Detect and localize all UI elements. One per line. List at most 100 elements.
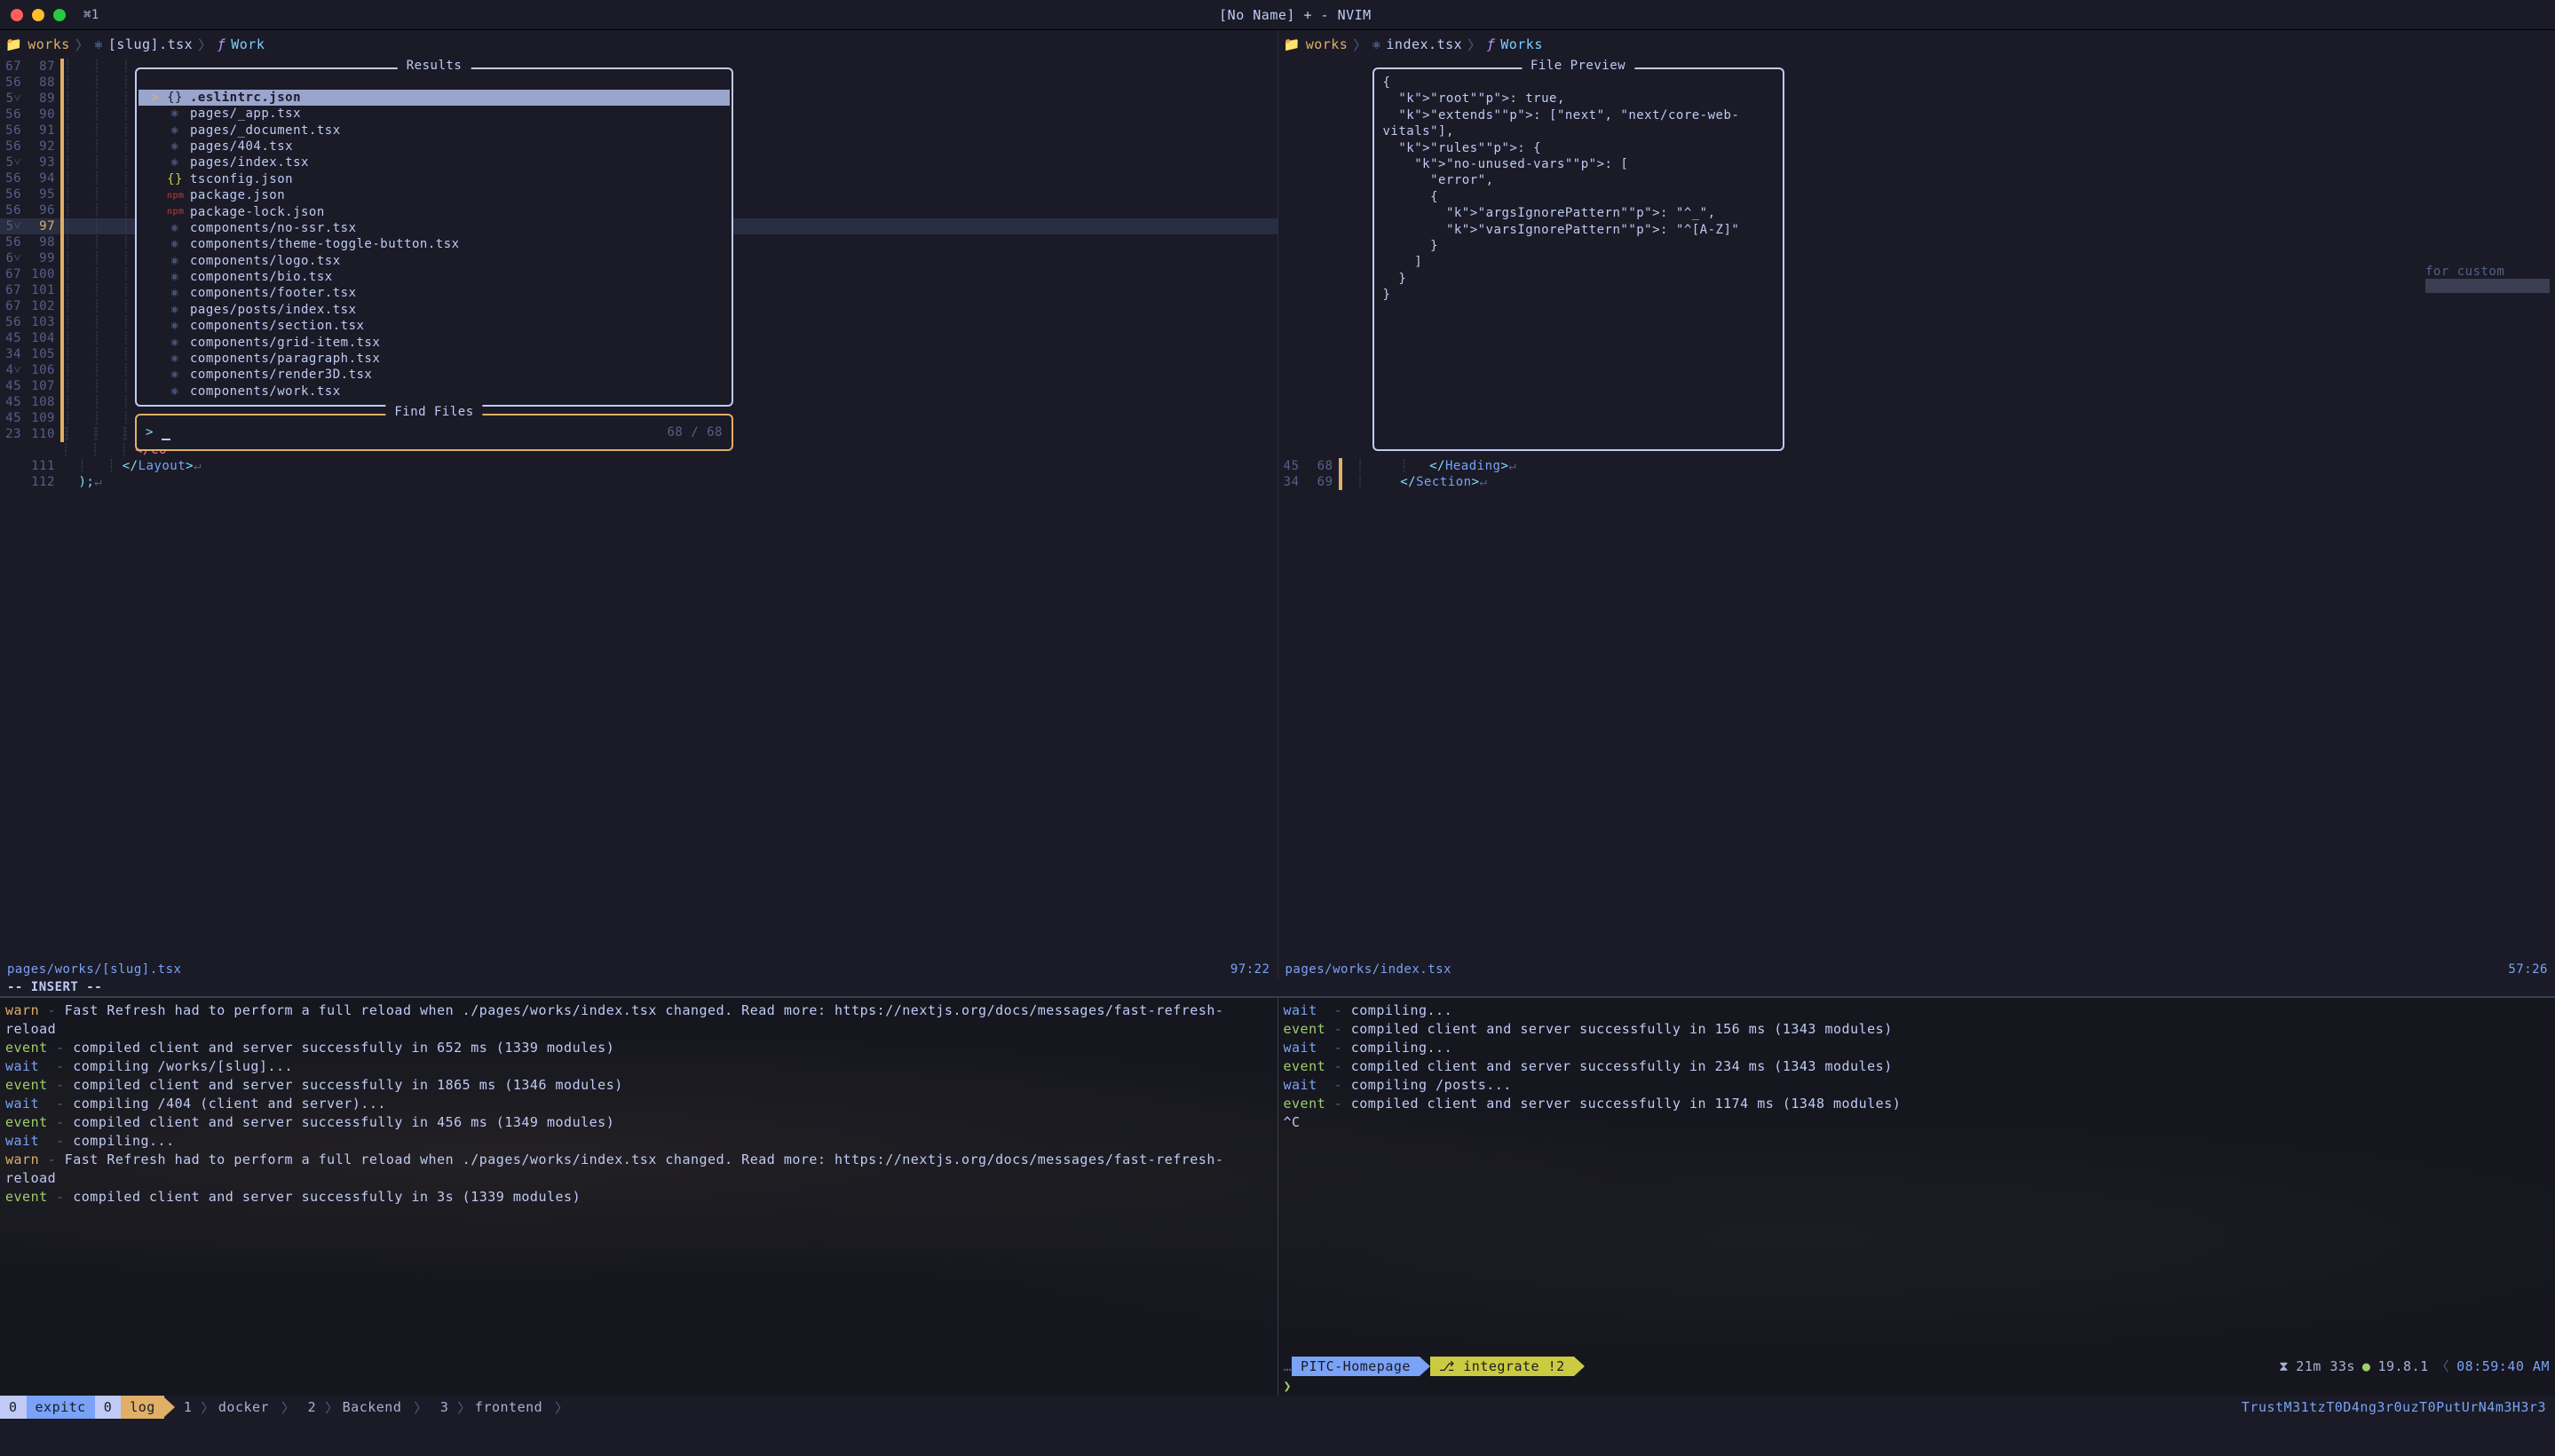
preview-line: "k">"no-unused-vars""p">: [ <box>1383 156 1774 172</box>
result-path: pages/posts/index.tsx <box>190 303 357 317</box>
terminal-area[interactable]: warn - Fast Refresh had to perform a ful… <box>0 998 2555 1396</box>
window-shortcut: ⌘1 <box>83 8 99 22</box>
telescope-preview[interactable]: File Preview { "k">"root""p">: true, "k"… <box>1372 67 1784 451</box>
result-item[interactable]: ⚛ components/grid-item.tsx <box>138 334 730 350</box>
result-item[interactable]: ⚛ components/work.tsx <box>138 384 730 400</box>
file-icon: ⚛ <box>167 368 183 382</box>
function-icon: ƒ <box>1487 36 1496 52</box>
statusline-left: pages/works/[slug].tsx 97:22 <box>0 961 1278 978</box>
rel-line: 45 <box>0 411 25 425</box>
result-item[interactable]: ⚛ components/section.tsx <box>138 318 730 334</box>
tmux-bar[interactable]: 0 expitc 0log1〉docker〉2〉Backend〉3〉fronte… <box>0 1396 2555 1419</box>
result-item[interactable]: npm package.json <box>138 187 730 203</box>
shell-prompt[interactable]: ❯ <box>1284 1377 1293 1396</box>
titlebar: ⌘1 [No Name] + - NVIM <box>0 0 2555 30</box>
result-path: .eslintrc.json <box>190 91 301 105</box>
result-item[interactable]: {} tsconfig.json <box>138 171 730 187</box>
preview-line: } <box>1383 287 1774 303</box>
rel-line: 56 <box>0 315 25 329</box>
result-item[interactable]: ⚛ pages/index.tsx <box>138 154 730 170</box>
result-item[interactable]: ⚛ pages/posts/index.tsx <box>138 302 730 318</box>
line-number: 105 <box>25 347 60 361</box>
chevron-right-icon: 〉 <box>1353 36 1367 54</box>
rel-line: 67 <box>0 283 25 297</box>
result-item[interactable]: npm package-lock.json <box>138 203 730 219</box>
telescope-prompt[interactable]: Find Files > 68 / 68 <box>135 414 733 451</box>
preview-line: "k">"varsIgnorePattern""p">: "^[A-Z]" <box>1383 222 1774 238</box>
minimize-icon[interactable] <box>32 9 44 21</box>
file-icon: ⚛ <box>167 107 183 121</box>
line-number: 99 <box>25 251 60 265</box>
result-path: components/logo.tsx <box>190 254 341 268</box>
cursor-pos: 97:22 <box>1230 962 1270 977</box>
code-body-left[interactable]: 67 87 ┊ ┊ ┊ 56 88 ┊ ┊ ┊ 5˅ 89 ┊ ┊ ┊ 56 9… <box>0 59 1278 961</box>
preview-line: "k">"rules""p">: { <box>1383 140 1774 156</box>
mode-line: -- INSERT -- <box>0 978 2555 996</box>
file-icon: ⚛ <box>167 286 183 300</box>
telescope-results[interactable]: Results ⚛ components/work.tsx ⚛ componen… <box>135 67 733 407</box>
preview-title: File Preview <box>1522 59 1634 73</box>
terminal-left[interactable]: warn - Fast Refresh had to perform a ful… <box>0 998 1278 1396</box>
window-title: [No Name] + - NVIM <box>99 7 2491 23</box>
chevron-right-icon: 〉 <box>198 36 212 54</box>
file-icon: ⚛ <box>167 270 183 284</box>
result-item[interactable]: ⚛ components/footer.tsx <box>138 285 730 301</box>
breadcrumb-folder: works <box>1306 36 1349 52</box>
pane-right[interactable]: 📁 works 〉 ⚛ index.tsx 〉 ƒ Works File Pre… <box>1278 30 2555 978</box>
log-line: event - compiled client and server succe… <box>5 1039 1272 1057</box>
file-icon: ⚛ <box>167 303 183 317</box>
file-icon: ⚛ <box>167 336 183 350</box>
result-item[interactable]: ⚛ components/no-ssr.tsx <box>138 220 730 236</box>
line-number: 111 <box>25 459 60 473</box>
result-item[interactable]: ⚛ components/render3D.tsx <box>138 367 730 383</box>
file-icon: npm <box>167 191 183 201</box>
tmux-window-name[interactable]: log <box>121 1396 164 1419</box>
breadcrumb-file: index.tsx <box>1386 36 1462 52</box>
tmux-window[interactable]: 1〉docker <box>175 1396 278 1419</box>
tmux-window[interactable]: 2〉Backend <box>299 1396 411 1419</box>
pane-left[interactable]: 📁 works 〉 ⚛ [slug].tsx 〉 ƒ Work 67 87 ┊ … <box>0 30 1278 978</box>
line-number: 97 <box>25 219 60 233</box>
maximize-icon[interactable] <box>53 9 66 21</box>
line-number: 89 <box>25 91 60 106</box>
close-icon[interactable] <box>11 9 23 21</box>
tmux-session-num[interactable]: 0 <box>0 1396 27 1419</box>
rel-line: 56 <box>0 75 25 90</box>
preview-line: "k">"argsIgnorePattern""p">: "^_", <box>1383 205 1774 221</box>
cursor-pos: 57:26 <box>2508 962 2548 977</box>
file-icon: {} <box>167 91 183 105</box>
rel-line: 56 <box>0 107 25 122</box>
file-icon: ⚛ <box>167 254 183 268</box>
result-item[interactable]: ⚛ components/bio.tsx <box>138 269 730 285</box>
log-line: wait - compiling... <box>5 1132 1272 1151</box>
file-icon: ⚛ <box>167 155 183 170</box>
line-number: 104 <box>25 331 60 345</box>
log-line: event - compiled client and server succe… <box>1284 1020 2551 1039</box>
rel-line: 34 <box>1278 475 1303 489</box>
line-number: 100 <box>25 267 60 281</box>
prompt-cursor[interactable] <box>162 424 170 440</box>
shell-prompt-status: … PITC-Homepage ⎇ integrate !2 ⧗ 21m 33s… <box>1284 1357 2551 1376</box>
function-icon: ƒ <box>218 36 226 52</box>
tmux-session-name[interactable]: expitc <box>27 1396 95 1419</box>
rel-line: 56 <box>0 235 25 249</box>
result-item[interactable]: ⚛ components/logo.tsx <box>138 252 730 268</box>
result-item[interactable]: ⚛ components/theme-toggle-button.tsx <box>138 236 730 252</box>
result-item[interactable]: ⚛ components/paragraph.tsx <box>138 351 730 367</box>
clock: 08:59:40 AM <box>2456 1357 2550 1376</box>
result-path: components/grid-item.tsx <box>190 336 380 350</box>
line-number: 110 <box>25 427 60 441</box>
result-item[interactable]: ⚛ pages/_app.tsx <box>138 106 730 122</box>
code-body-right[interactable]: File Preview { "k">"root""p">: true, "k"… <box>1278 59 2555 961</box>
result-item[interactable]: ⚛ pages/404.tsx <box>138 138 730 154</box>
chevron-right-icon: 〉 <box>75 36 90 54</box>
line-number: 98 <box>25 235 60 249</box>
result-path: pages/_document.tsx <box>190 123 341 138</box>
tmux-window[interactable]: 3〉frontend <box>431 1396 551 1419</box>
result-item[interactable]: > {} .eslintrc.json <box>138 90 730 106</box>
result-item[interactable]: ⚛ pages/_document.tsx <box>138 122 730 138</box>
preview-line: { <box>1383 75 1774 91</box>
log-line: wait - compiling /posts... <box>1284 1076 2551 1095</box>
terminal-right[interactable]: wait - compiling...event - compiled clie… <box>1278 998 2555 1396</box>
tmux-window-current[interactable]: 0 <box>95 1396 122 1419</box>
